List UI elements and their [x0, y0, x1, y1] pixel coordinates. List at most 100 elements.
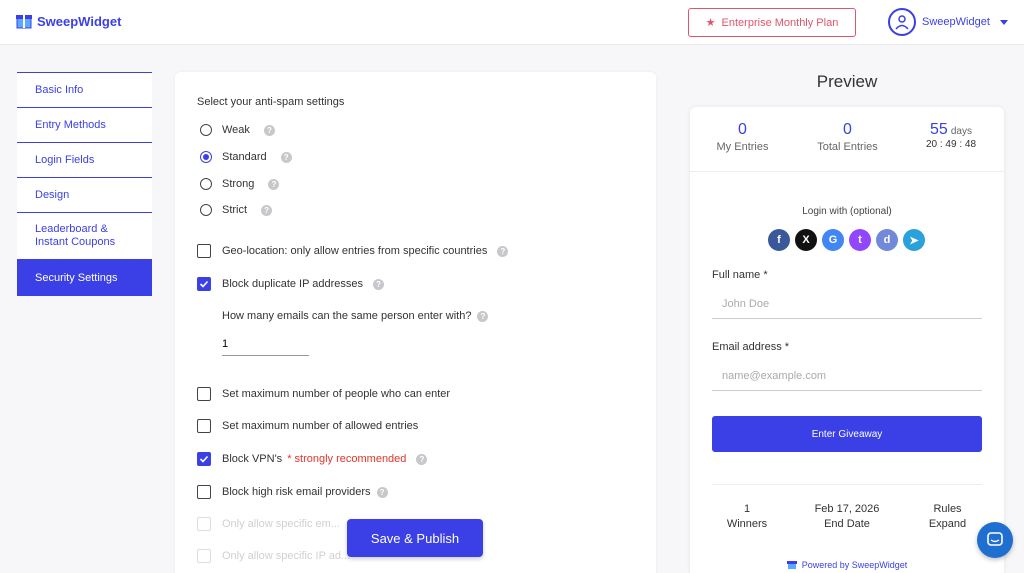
option-block-risky-email[interactable]: Block high risk email providers?: [197, 485, 388, 499]
help-icon[interactable]: ?: [477, 310, 489, 322]
radio-button[interactable]: [200, 124, 212, 136]
twitch-icon[interactable]: t: [849, 229, 871, 251]
sidebar-item-label: Login Fields: [35, 154, 95, 166]
help-icon[interactable]: ?: [268, 178, 280, 190]
settings-sidebar: Basic Info Entry Methods Login Fields De…: [17, 72, 152, 296]
chat-icon[interactable]: [977, 522, 1013, 558]
option-geo-location[interactable]: Geo-location: only allow entries from sp…: [197, 244, 509, 258]
full-name-input[interactable]: [712, 289, 982, 319]
powered-by-text: Powered by SweepWidget: [801, 560, 908, 570]
days-label: days: [950, 126, 972, 137]
my-entries-label: My Entries: [716, 141, 769, 153]
radio-weak[interactable]: Weak?: [200, 124, 275, 136]
my-entries-value: 0: [738, 121, 747, 138]
rules-title: Rules: [933, 503, 962, 515]
radio-standard[interactable]: Standard?: [200, 151, 292, 163]
top-header: SweepWidget ★ Enterprise Monthly Plan Sw…: [0, 0, 1024, 45]
option-label: Set maximum number of allowed entries: [222, 420, 419, 432]
sidebar-item-security-settings[interactable]: Security Settings: [17, 260, 152, 296]
powered-by[interactable]: Powered by SweepWidget: [690, 559, 1004, 571]
logo-text: SweepWidget: [37, 14, 122, 29]
option-max-people[interactable]: Set maximum number of people who can ent…: [197, 387, 450, 401]
days-value: 55: [930, 121, 948, 138]
help-icon[interactable]: ?: [373, 278, 385, 290]
preview-card: 0 My Entries 0 Total Entries 55 days 20 …: [690, 107, 1004, 573]
checkbox[interactable]: [197, 549, 211, 563]
anti-spam-title: Select your anti-spam settings: [197, 96, 345, 108]
sidebar-item-design[interactable]: Design: [17, 177, 152, 212]
option-max-entries[interactable]: Set maximum number of allowed entries: [197, 419, 418, 433]
facebook-icon[interactable]: f: [768, 229, 790, 251]
rules-expand[interactable]: Expand: [920, 518, 975, 530]
full-name-label: Full name *: [712, 269, 768, 281]
logo[interactable]: SweepWidget: [14, 10, 121, 33]
sidebar-item-login-fields[interactable]: Login Fields: [17, 142, 152, 177]
radio-button[interactable]: [200, 204, 212, 216]
help-icon[interactable]: ?: [263, 124, 275, 136]
telegram-icon[interactable]: ➤: [903, 229, 925, 251]
checkbox[interactable]: [197, 485, 211, 499]
checkbox[interactable]: [197, 452, 211, 466]
radio-strong[interactable]: Strong?: [200, 178, 280, 190]
sidebar-item-label-line1: Leaderboard &: [35, 223, 108, 235]
checkbox[interactable]: [197, 244, 211, 258]
gift-icon: [14, 10, 34, 33]
option-block-duplicate-ip[interactable]: Block duplicate IP addresses?: [197, 277, 385, 291]
save-publish-button[interactable]: Save & Publish: [347, 519, 483, 557]
option-block-vpn[interactable]: Block VPN's * strongly recommended?: [197, 452, 428, 466]
radio-button[interactable]: [200, 151, 212, 163]
sidebar-item-leaderboard[interactable]: Leaderboard & Instant Coupons: [17, 212, 152, 260]
option-allow-specific-email[interactable]: Only allow specific em...: [197, 517, 340, 531]
my-entries-stat: 0 My Entries: [710, 121, 775, 153]
sidebar-item-label: Entry Methods: [35, 119, 106, 131]
rules-link[interactable]: Rules Expand: [920, 503, 975, 530]
option-label: Block high risk email providers: [222, 486, 371, 498]
google-icon[interactable]: G: [822, 229, 844, 251]
sidebar-item-label-line2: Instant Coupons: [35, 236, 116, 248]
option-label: Block duplicate IP addresses: [222, 278, 364, 290]
option-label: Only allow specific IP ad...: [222, 550, 351, 562]
radio-button[interactable]: [200, 178, 212, 190]
end-date-info: Feb 17, 2026 End Date: [807, 503, 887, 530]
social-login-row: f X G t d ➤: [768, 229, 925, 251]
radio-label: Strict: [222, 204, 248, 216]
checkbox[interactable]: [197, 517, 211, 531]
help-icon[interactable]: ?: [261, 204, 273, 216]
option-label: Only allow specific em...: [222, 518, 340, 530]
option-label: Set maximum number of people who can ent…: [222, 388, 451, 400]
x-icon[interactable]: X: [795, 229, 817, 251]
recommended-note: * strongly recommended: [287, 453, 407, 465]
radio-label: Standard: [222, 151, 267, 163]
enter-giveaway-button[interactable]: Enter Giveaway: [712, 416, 982, 452]
option-allow-specific-ip[interactable]: Only allow specific IP ad...: [197, 549, 350, 563]
end-date-label: End Date: [824, 518, 870, 530]
emails-count-input[interactable]: [222, 332, 309, 356]
checkbox[interactable]: [197, 419, 211, 433]
total-entries-stat: 0 Total Entries: [810, 121, 885, 153]
total-entries-value: 0: [843, 121, 852, 138]
email-label: Email address *: [712, 341, 790, 353]
sidebar-item-entry-methods[interactable]: Entry Methods: [17, 107, 152, 142]
sidebar-item-basic-info[interactable]: Basic Info: [17, 72, 152, 107]
total-entries-label: Total Entries: [817, 141, 878, 153]
chevron-down-icon[interactable]: [1000, 20, 1008, 25]
email-input[interactable]: [712, 361, 982, 391]
radio-strict[interactable]: Strict?: [200, 204, 273, 216]
help-icon[interactable]: ?: [280, 151, 292, 163]
security-settings-panel: Select your anti-spam settings Weak? Sta…: [175, 72, 656, 573]
discord-icon[interactable]: d: [876, 229, 898, 251]
sidebar-item-label: Security Settings: [35, 272, 118, 284]
user-menu[interactable]: SweepWidget: [888, 8, 990, 36]
help-icon[interactable]: ?: [376, 486, 388, 498]
emails-question: How many emails can the same person ente…: [222, 310, 489, 322]
sidebar-item-label: Basic Info: [35, 84, 84, 96]
plan-button[interactable]: ★ Enterprise Monthly Plan: [688, 8, 856, 37]
checkbox[interactable]: [197, 387, 211, 401]
gift-icon: [786, 559, 797, 571]
winners-label: Winners: [726, 518, 768, 530]
countdown-stat: 55 days 20 : 49 : 48: [920, 121, 982, 150]
plan-label: Enterprise Monthly Plan: [721, 16, 839, 29]
help-icon[interactable]: ?: [497, 245, 509, 257]
help-icon[interactable]: ?: [416, 453, 428, 465]
checkbox[interactable]: [197, 277, 211, 291]
